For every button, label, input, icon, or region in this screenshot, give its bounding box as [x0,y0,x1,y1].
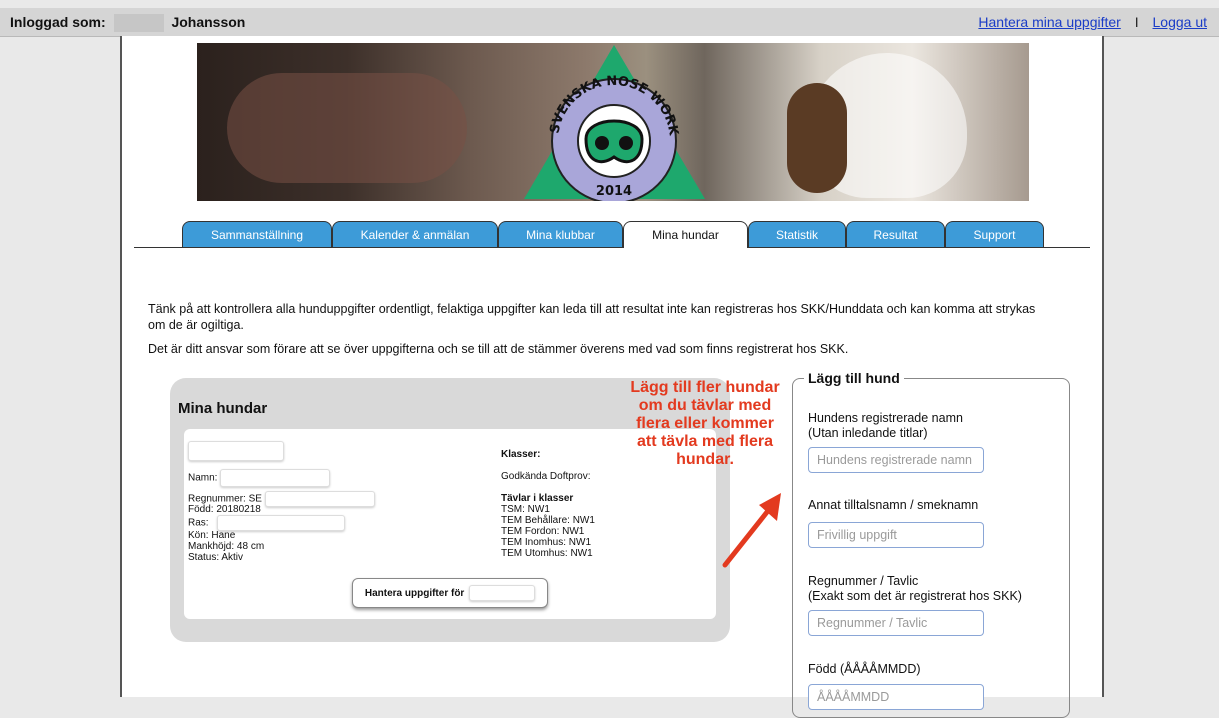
my-dogs-title: Mina hundar [178,400,268,417]
class-tsm: TSM: NW1 [501,504,550,515]
regnummer-field-label: Regnummer / Tavlic (Exakt som det är reg… [808,574,1022,604]
intro-responsibility-text: Det är ditt ansvar som förare att se öve… [148,342,849,356]
born-date-input[interactable]: ÅÅÅÅMMDD [808,684,984,710]
masked-first-name [113,14,164,33]
dog-name-field-label: Hundens registrerade namn (Utan inledand… [808,411,963,441]
tab-resultat[interactable]: Resultat [846,221,945,247]
dog-registered-name-input[interactable]: Hundens registrerade namn [808,447,984,473]
tab-support[interactable]: Support [945,221,1044,247]
regnummer-label-line2: (Exakt som det är registrerat hos SKK) [808,589,1022,603]
masked-breed [217,515,346,531]
dog-name-label-line1: Hundens registrerade namn [808,411,963,425]
logout-link[interactable]: Logga ut [1153,14,1208,30]
main-tabs: Sammanställning Kalender & anmälan Mina … [134,221,1090,248]
masked-regnummer [264,491,375,507]
manage-account-link[interactable]: Hantera mina uppgifter [978,14,1120,30]
logged-in-label: Inloggad som: [10,14,106,30]
regnummer-label-line1: Regnummer / Tavlic [808,574,919,588]
dog-sex: Kön: Hane [188,530,236,541]
account-links: Hantera mina uppgifter I Logga ut [978,14,1207,30]
header-banner-image: SVENSKA NOSE WORK KLUBBEN 2014 [197,43,1029,201]
masked-dog-name [220,469,331,487]
tab-sammanstallning[interactable]: Sammanställning [182,221,332,247]
dog-born: Född: 20180218 [188,504,261,515]
class-tem-utomhus: TEM Utomhus: NW1 [501,548,593,559]
link-separator: I [1134,14,1139,30]
approved-scent-tests: Godkända Doftprov: [501,471,591,482]
tab-statistik[interactable]: Statistik [748,221,846,247]
dog-name-label-line2: (Utan inledande titlar) [808,426,928,440]
manage-dog-button[interactable]: Hantera uppgifter för [352,578,548,608]
tab-kalender-anmalan[interactable]: Kalender & anmälan [332,221,498,247]
page-content: SVENSKA NOSE WORK KLUBBEN 2014 Sammanstä… [120,36,1104,718]
dog-breed-row: Ras: [188,515,346,531]
class-tem-fordon: TEM Fordon: NW1 [501,526,585,537]
masked-dog-name-button [469,585,536,602]
beagle-image [787,53,967,198]
class-tem-behallare: TEM Behållare: NW1 [501,515,595,526]
dog-height: Mankhöjd: 48 cm [188,541,265,552]
intro-warning-text: Tänk på att kontrollera alla hunduppgift… [148,302,1036,332]
dog-breed-label: Ras: [188,517,209,529]
dog-regnummer: Regnummer: SE [188,493,262,505]
dog-snout-image [227,73,467,183]
add-more-dogs-callout: Lägg till fler hundar om du tävlar med f… [630,379,780,468]
born-field-label: Född (ÅÅÅÅMMDD) [808,662,921,676]
add-dog-legend: Lägg till hund [804,370,904,386]
nickname-input[interactable]: Frivillig uppgift [808,522,984,548]
manage-dog-button-label: Hantera uppgifter för [364,588,465,599]
dog-status: Status: Aktiv [188,552,244,563]
tab-mina-klubbar[interactable]: Mina klubbar [498,221,623,247]
logged-in-info: Inloggad som: Johansson [10,14,246,33]
top-bar: Inloggad som: Johansson Hantera mina upp… [0,8,1219,37]
red-arrow-icon [722,493,781,568]
class-tem-inomhus: TEM Inomhus: NW1 [501,537,592,548]
dog-name-label: Namn: [188,472,218,484]
user-surname: Johansson [171,14,246,30]
regnummer-input[interactable]: Regnummer / Tavlic [808,610,984,636]
dog-name-row: Namn: [188,469,331,487]
logo-year: 2014 [596,184,632,199]
competes-in-label: Tävlar i klasser [501,493,574,504]
nickname-field-label: Annat tilltalsnamn / smeknamn [808,498,979,512]
club-logo: SVENSKA NOSE WORK KLUBBEN 2014 [522,43,705,201]
classes-label: Klasser: [501,449,541,460]
tab-mina-hundar[interactable]: Mina hundar [623,221,748,248]
masked-dog-name-header [188,441,284,461]
